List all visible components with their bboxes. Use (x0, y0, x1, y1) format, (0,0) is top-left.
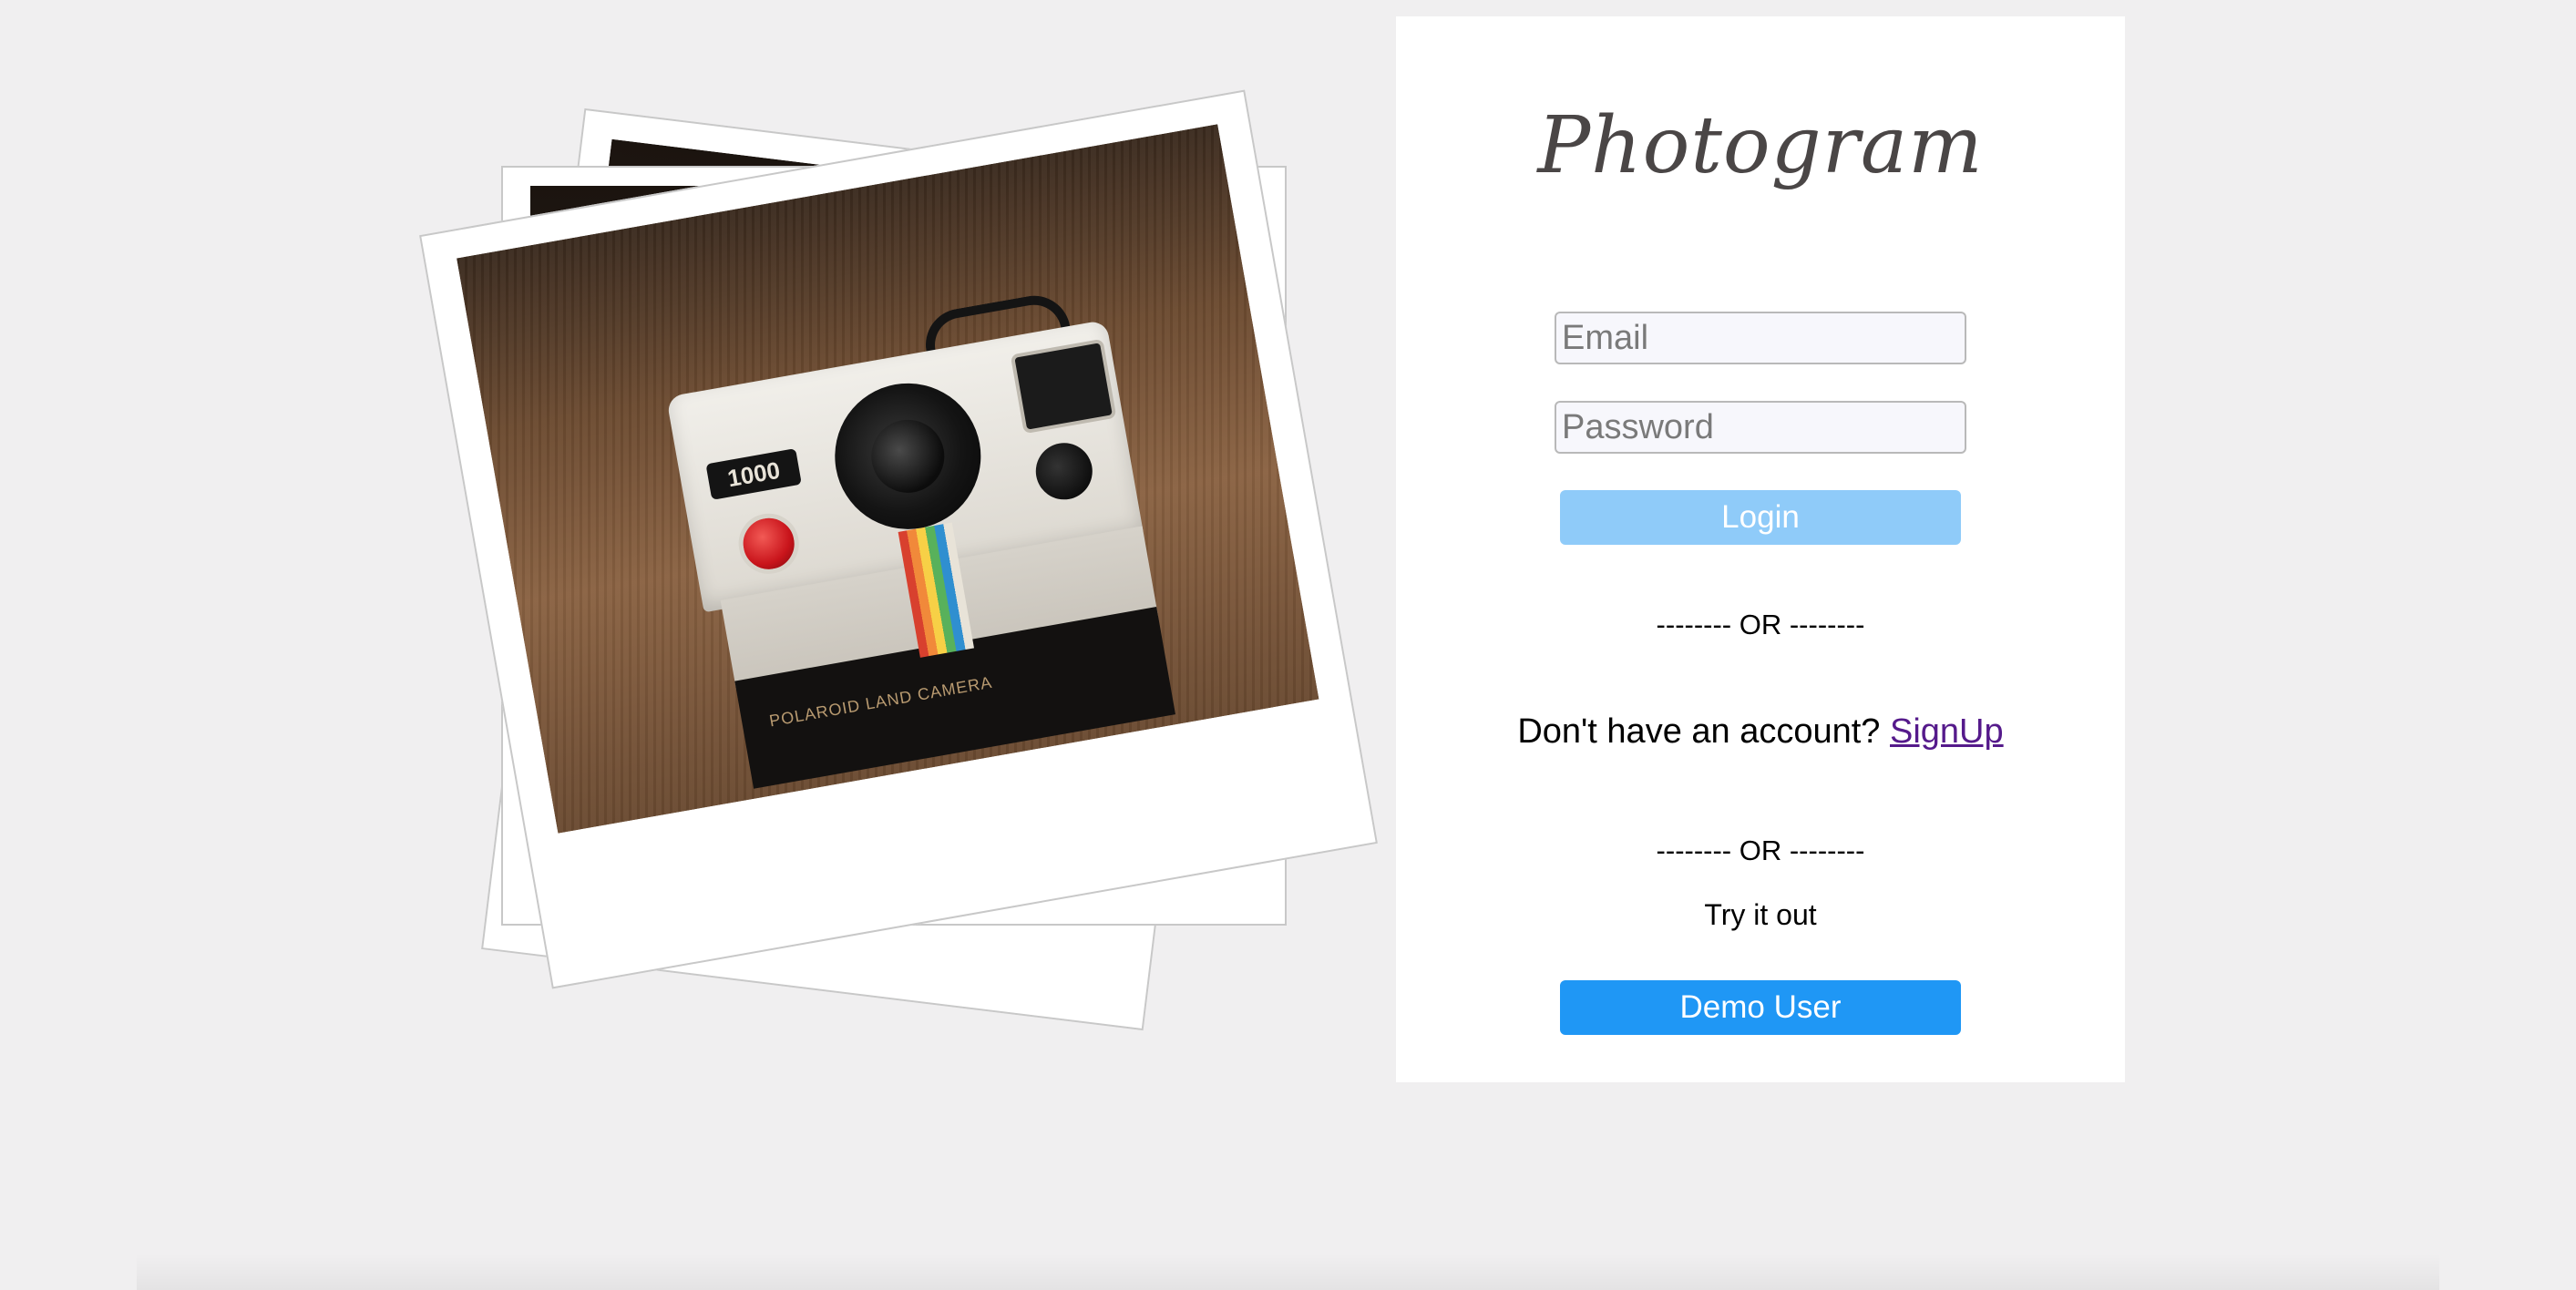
camera-viewfinder (1010, 338, 1117, 435)
try-it-out-text: Try it out (1704, 898, 1817, 931)
login-button[interactable]: Login (1560, 490, 1961, 545)
polaroid-stack: 1000 POLAROID LAND CAMERA (419, 89, 1385, 1031)
page-bottom-shadow (137, 1254, 2439, 1290)
or-divider-2: -------- OR -------- (1656, 834, 1865, 866)
login-page: 1000 POLAROID LAND CAMERA Photogram Logi… (0, 0, 2576, 1290)
signup-row: Don't have an account? SignUp (1396, 712, 2125, 752)
polaroid-front: 1000 POLAROID LAND CAMERA (419, 89, 1378, 989)
password-input[interactable] (1555, 401, 1966, 454)
instant-camera-illustration: 1000 POLAROID LAND CAMERA (651, 282, 1183, 789)
camera-photo: 1000 POLAROID LAND CAMERA (457, 124, 1319, 834)
login-card: Photogram Login -------- OR -------- Don… (1396, 16, 2125, 1082)
app-logo: Photogram (1537, 100, 1984, 191)
signup-link[interactable]: SignUp (1890, 712, 2004, 751)
signup-prompt: Don't have an account? (1517, 712, 1890, 751)
email-input[interactable] (1555, 312, 1966, 364)
demo-user-button[interactable]: Demo User (1560, 980, 1961, 1035)
or-divider-1: -------- OR -------- (1656, 609, 1865, 640)
